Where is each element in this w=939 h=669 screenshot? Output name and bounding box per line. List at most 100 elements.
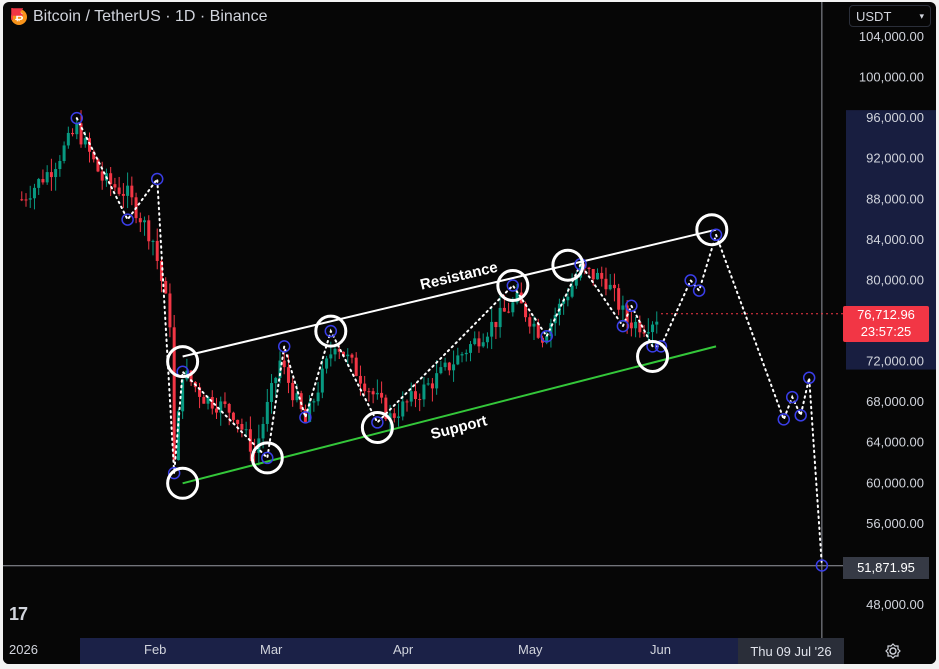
candle-body — [460, 354, 464, 356]
price-tick-label: 64,000.00 — [866, 435, 924, 450]
candle-body — [447, 362, 451, 371]
candle-body — [312, 401, 316, 403]
candle-body — [210, 396, 214, 409]
candle-body — [511, 302, 515, 313]
candle-body — [469, 344, 472, 353]
candle-body — [392, 413, 396, 418]
time-label-mar: Mar — [260, 642, 283, 657]
candle-body — [646, 332, 650, 334]
candle-body — [121, 193, 125, 196]
candle-body — [439, 367, 443, 374]
candle-body — [333, 348, 337, 355]
swing-point — [794, 409, 807, 422]
candle-body — [604, 278, 608, 290]
currency-selector[interactable]: USDT ▾ — [849, 5, 931, 27]
candle-body — [655, 321, 659, 325]
candle-body — [155, 240, 159, 261]
chart-header: ₿ Bitcoin / TetherUS · 1D · Binance — [11, 8, 267, 26]
candle-body — [227, 403, 231, 413]
candle-body — [397, 416, 401, 418]
current-price-badge: 76,712.96 23:57:25 — [843, 305, 929, 342]
candle-body — [596, 272, 599, 280]
candle-body — [608, 284, 612, 290]
candle-body — [316, 392, 320, 402]
candle-body — [507, 311, 511, 313]
candle-body — [498, 307, 502, 328]
candle-body — [638, 321, 642, 333]
candle-body — [375, 392, 379, 395]
candle-body — [45, 172, 49, 183]
price-tick-label: 60,000.00 — [866, 475, 924, 490]
candle-body — [126, 185, 130, 196]
price-tick-label: 72,000.00 — [866, 354, 924, 369]
candle-body — [37, 179, 41, 188]
current-price: 76,712.96 — [857, 306, 915, 322]
resistance-label: Resistance — [418, 259, 499, 294]
price-chart[interactable]: 104,000.00 100,000.00 96,000.00 92,000.00 88… — [3, 2, 936, 664]
candle-body — [202, 396, 206, 404]
candle-body — [20, 199, 24, 201]
chart-canvas[interactable]: 104,000.00 100,000.00 96,000.00 92,000.00 88… — [3, 2, 936, 664]
swing-point — [777, 413, 791, 426]
flag-icon[interactable] — [11, 8, 23, 20]
candle-body — [566, 296, 570, 301]
tradingview-logo[interactable]: 17 — [9, 604, 28, 625]
price-tick-label: 92,000.00 — [866, 151, 924, 166]
candle-body — [401, 401, 405, 417]
candle-body — [621, 305, 625, 310]
time-label-jun: Jun — [650, 642, 671, 657]
candle-body — [587, 267, 591, 269]
price-tick-label: 104,000.00 — [859, 29, 924, 44]
candle-body — [206, 396, 210, 404]
candle-body — [265, 401, 269, 424]
candle-body — [452, 364, 456, 371]
candle-body — [612, 284, 616, 289]
candle-body — [143, 220, 147, 223]
candle-body — [363, 383, 367, 392]
price-tick-label: 56,000.00 — [866, 516, 924, 531]
candle-body — [490, 321, 494, 337]
candle-body — [634, 321, 638, 329]
candle-body — [282, 360, 286, 368]
candle-body — [117, 187, 121, 194]
currency-value: USDT — [856, 8, 892, 24]
candle-body — [570, 285, 574, 297]
candle-body — [350, 354, 354, 358]
time-axis-range — [80, 638, 843, 664]
candle-body — [274, 377, 278, 384]
candle-body — [405, 401, 409, 403]
candle-body — [481, 342, 485, 347]
candle-body — [79, 123, 83, 145]
symbol-title[interactable]: Bitcoin / TetherUS · 1D · Binance — [33, 8, 267, 26]
candle-body — [181, 379, 185, 412]
candle-body — [320, 368, 324, 393]
gear-icon[interactable] — [885, 643, 901, 659]
candle-body — [528, 317, 532, 327]
candle-body — [485, 336, 489, 343]
candle-body — [299, 393, 303, 410]
candle-body — [629, 322, 633, 329]
candle-body — [418, 399, 422, 401]
candle-body — [477, 338, 481, 347]
resistance-line — [182, 228, 717, 358]
crosshair-price: 51,871.95 — [857, 560, 915, 575]
candle-body — [325, 358, 329, 369]
candle-body — [473, 338, 477, 345]
time-label-apr: Apr — [393, 642, 414, 657]
candle-body — [286, 367, 290, 383]
candle-body — [62, 145, 66, 162]
price-tick-label: 48,000.00 — [866, 597, 924, 612]
candle-body — [367, 391, 371, 393]
candle-body — [54, 169, 58, 178]
candle-body — [651, 324, 655, 333]
crosshair-date: Thu 09 Jul '26 — [750, 643, 832, 659]
candle-body — [536, 323, 540, 338]
candle-body — [41, 179, 45, 183]
candle-body — [71, 132, 75, 135]
candle-body — [435, 373, 439, 389]
candle-body — [138, 218, 142, 223]
swing-point — [371, 416, 384, 429]
price-tick-label: 96,000.00 — [866, 110, 924, 125]
candle-body — [223, 401, 227, 404]
swing-point — [121, 213, 134, 226]
